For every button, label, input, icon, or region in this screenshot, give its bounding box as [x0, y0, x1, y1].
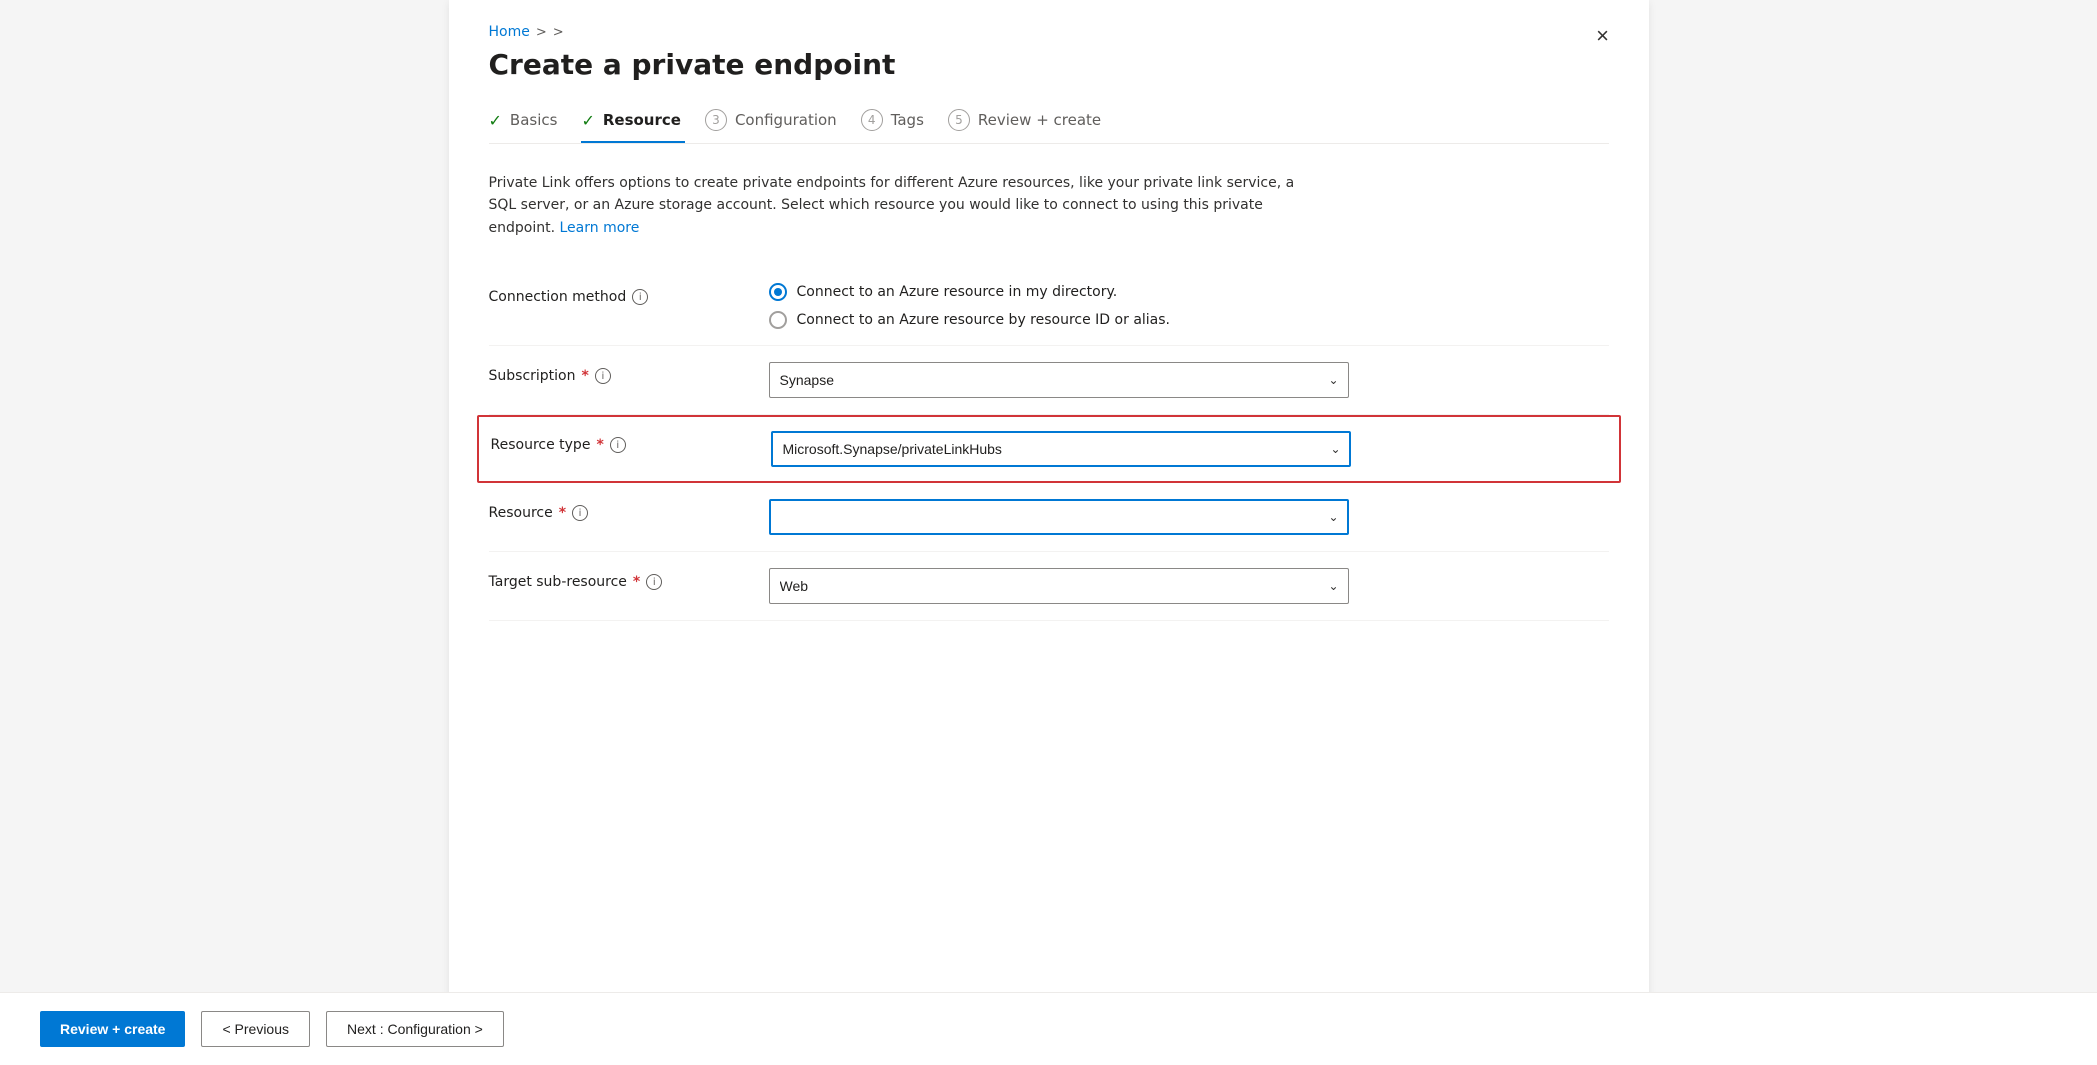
breadcrumb: Home > > [489, 24, 1609, 40]
close-button[interactable]: × [1585, 18, 1621, 54]
step-tags[interactable]: 4 Tags [861, 109, 944, 143]
resource-check-icon: ✓ [581, 111, 594, 130]
resource-type-row: Resource type * i Microsoft.Synapse/priv… [477, 415, 1621, 483]
next-button[interactable]: Next : Configuration > [326, 1011, 504, 1047]
learn-more-link[interactable]: Learn more [559, 220, 639, 236]
resource-type-text: Resource type [491, 437, 591, 453]
main-panel: Home > > × Create a private endpoint ✓ B… [449, 0, 1649, 1065]
step-configuration[interactable]: 3 Configuration [705, 109, 857, 143]
radio-resource-id-circle [769, 311, 787, 329]
target-sub-resource-select-wrapper: Web ⌄ [769, 568, 1349, 604]
resource-select-wrapper: ⌄ [769, 499, 1349, 535]
resource-type-required: * [596, 437, 603, 453]
connection-method-info-icon[interactable]: i [632, 289, 648, 305]
subscription-select-wrapper: Synapse ⌄ [769, 362, 1349, 398]
target-sub-resource-row: Target sub-resource * i Web ⌄ [489, 552, 1609, 621]
wizard-steps: ✓ Basics ✓ Resource 3 Configuration 4 Ta… [489, 109, 1609, 144]
subscription-select[interactable]: Synapse [769, 362, 1349, 398]
target-sub-resource-control: Web ⌄ [769, 568, 1349, 604]
previous-button[interactable]: < Previous [201, 1011, 310, 1047]
resource-type-control: Microsoft.Synapse/privateLinkHubs ⌄ [771, 431, 1351, 467]
subscription-required: * [582, 368, 589, 384]
description-text: Private Link offers options to create pr… [489, 172, 1309, 239]
target-sub-resource-required: * [633, 574, 640, 590]
target-sub-resource-info-icon[interactable]: i [646, 574, 662, 590]
target-sub-resource-select[interactable]: Web [769, 568, 1349, 604]
resource-select[interactable] [769, 499, 1349, 535]
page-title: Create a private endpoint [489, 48, 1609, 81]
step-review[interactable]: 5 Review + create [948, 109, 1121, 143]
resource-type-info-icon[interactable]: i [610, 437, 626, 453]
resource-control: ⌄ [769, 499, 1349, 535]
connection-method-text: Connection method [489, 289, 627, 305]
subscription-row: Subscription * i Synapse ⌄ [489, 346, 1609, 415]
review-create-button[interactable]: Review + create [40, 1011, 185, 1047]
tags-num: 4 [861, 109, 883, 131]
resource-required: * [559, 505, 566, 521]
step-resource-label: Resource [603, 111, 681, 129]
radio-resource-id[interactable]: Connect to an Azure resource by resource… [769, 311, 1349, 329]
subscription-text: Subscription [489, 368, 576, 384]
resource-label: Resource * i [489, 499, 769, 521]
resource-text: Resource [489, 505, 553, 521]
step-tags-label: Tags [891, 111, 924, 129]
radio-directory-circle [769, 283, 787, 301]
radio-directory-label: Connect to an Azure resource in my direc… [797, 284, 1118, 300]
radio-resource-id-label: Connect to an Azure resource by resource… [797, 312, 1171, 328]
resource-row: Resource * i ⌄ [489, 483, 1609, 552]
resource-info-icon[interactable]: i [572, 505, 588, 521]
step-review-label: Review + create [978, 111, 1101, 129]
form-section: Connection method i Connect to an Azure … [489, 267, 1609, 621]
step-basics[interactable]: ✓ Basics [489, 111, 578, 142]
subscription-info-icon[interactable]: i [595, 368, 611, 384]
step-basics-label: Basics [510, 111, 558, 129]
review-num: 5 [948, 109, 970, 131]
breadcrumb-sep1: > [536, 25, 547, 40]
breadcrumb-sep2: > [553, 25, 564, 40]
target-sub-resource-label: Target sub-resource * i [489, 568, 769, 590]
basics-check-icon: ✓ [489, 111, 502, 130]
resource-type-select[interactable]: Microsoft.Synapse/privateLinkHubs [771, 431, 1351, 467]
connection-method-options: Connect to an Azure resource in my direc… [769, 283, 1349, 329]
resource-type-select-wrapper: Microsoft.Synapse/privateLinkHubs ⌄ [771, 431, 1351, 467]
step-configuration-label: Configuration [735, 111, 837, 129]
subscription-label: Subscription * i [489, 362, 769, 384]
connection-method-label: Connection method i [489, 283, 769, 305]
resource-type-label: Resource type * i [491, 431, 771, 453]
radio-directory[interactable]: Connect to an Azure resource in my direc… [769, 283, 1349, 301]
step-resource[interactable]: ✓ Resource [581, 111, 701, 142]
target-sub-resource-text: Target sub-resource [489, 574, 627, 590]
connection-method-row: Connection method i Connect to an Azure … [489, 267, 1609, 346]
breadcrumb-home[interactable]: Home [489, 24, 530, 40]
configuration-num: 3 [705, 109, 727, 131]
footer: Review + create < Previous Next : Config… [0, 992, 2097, 1065]
subscription-control: Synapse ⌄ [769, 362, 1349, 398]
